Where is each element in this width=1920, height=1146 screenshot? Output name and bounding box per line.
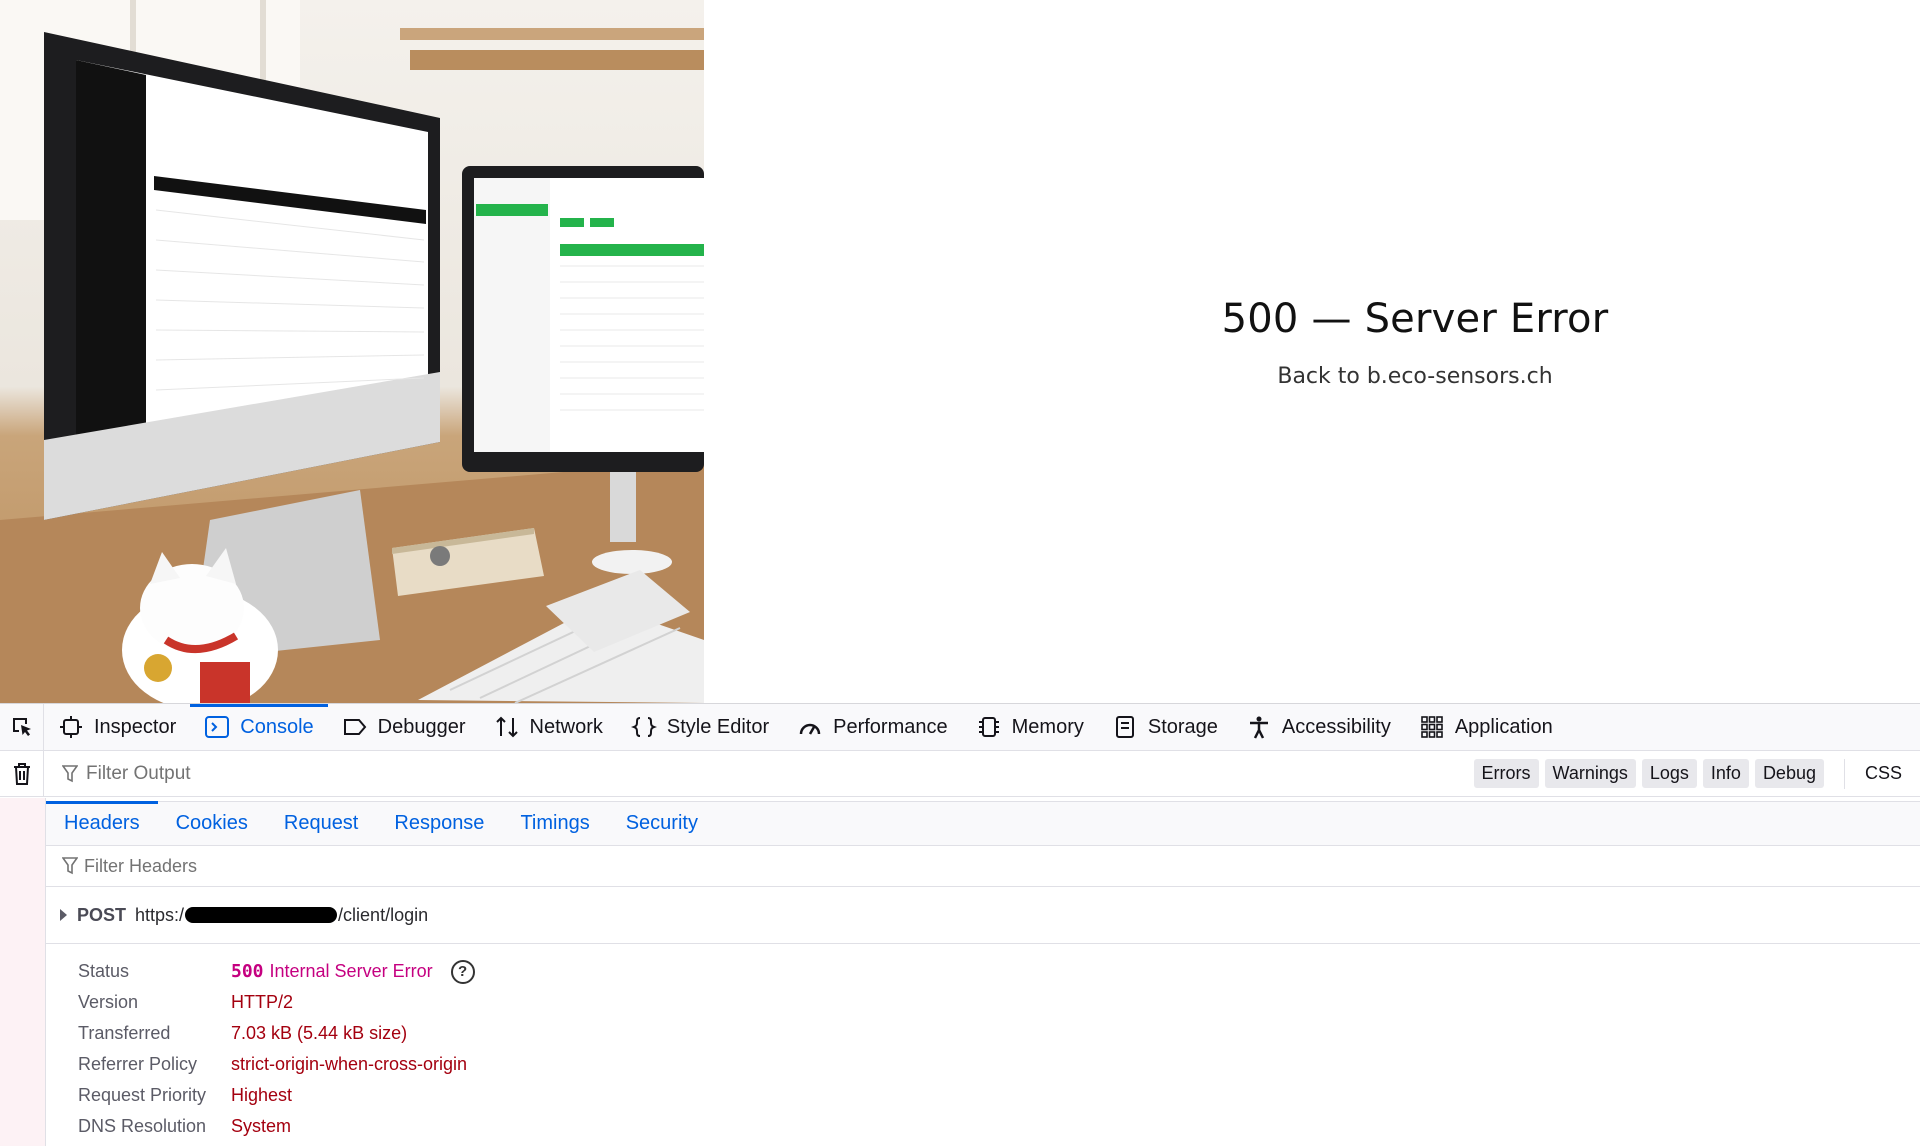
tab-accessibility[interactable]: Accessibility	[1232, 704, 1405, 751]
trash-icon	[13, 762, 30, 785]
tab-storage[interactable]: Storage	[1098, 704, 1232, 751]
help-icon[interactable]: ?	[450, 959, 475, 984]
priority-value: Highest	[231, 1085, 293, 1105]
filter-errors-button[interactable]: Errors	[1473, 759, 1539, 788]
element-picker-button[interactable]	[0, 703, 44, 751]
back-link[interactable]: Back to b.eco-sensors.ch	[1277, 364, 1552, 389]
request-summary[interactable]: POST https:/ /client/login	[46, 887, 1920, 944]
accessibility-icon	[1246, 714, 1272, 740]
status-value: 500 Internal Server Error ?	[231, 959, 475, 984]
tab-performance[interactable]: Performance	[783, 704, 962, 751]
debugger-icon	[342, 714, 368, 740]
element-picker-icon	[12, 718, 31, 736]
request-url: https:/ /client/login	[135, 905, 428, 926]
request-method: POST	[77, 904, 127, 925]
devtools-panel: Inspector Console Debugger Network Style	[0, 703, 1920, 1146]
redacted-host	[185, 907, 338, 923]
style-editor-icon	[630, 714, 657, 740]
memory-icon	[976, 714, 1002, 740]
desk-illustration	[0, 0, 704, 703]
error-title: 500 — Server Error	[1221, 296, 1609, 342]
filter-output-placeholder: Filter Output	[86, 762, 191, 784]
page-content: 500 — Server Error Back to b.eco-sensors…	[0, 0, 1920, 703]
referrer-value: strict-origin-when-cross-origin	[231, 1054, 468, 1074]
console-icon	[204, 714, 230, 740]
tab-style-editor[interactable]: Style Editor	[617, 704, 783, 751]
tab-label: Style Editor	[666, 715, 770, 738]
filter-headers-placeholder: Filter Headers	[84, 855, 198, 876]
tab-inspector[interactable]: Inspector	[44, 704, 190, 751]
subtab-request[interactable]: Request	[266, 802, 377, 846]
filter-warnings-button[interactable]: Warnings	[1544, 759, 1636, 788]
filter-logs-button[interactable]: Logs	[1641, 759, 1697, 788]
inspector-icon	[58, 714, 84, 740]
tab-label: Console	[240, 715, 314, 738]
tab-label: Performance	[833, 715, 948, 738]
filter-info-button[interactable]: Info	[1702, 759, 1749, 788]
subtab-timings[interactable]: Timings	[502, 802, 607, 846]
performance-icon	[797, 714, 823, 740]
expand-arrow-icon[interactable]	[60, 909, 67, 921]
response-details: Status 500 Internal Server Error ? Versi…	[78, 956, 475, 1142]
console-filter-bar: Filter Output Errors Warnings Logs Info …	[0, 750, 1920, 797]
subtab-response[interactable]: Response	[376, 802, 502, 846]
dns-label: DNS Resolution	[78, 1116, 207, 1136]
detail-row-priority: Request Priority Highest	[78, 1080, 475, 1111]
error-row-gutter	[0, 798, 46, 1146]
version-value: HTTP/2	[231, 992, 294, 1012]
filter-icon	[62, 857, 78, 875]
tab-label: Storage	[1147, 715, 1218, 738]
detail-row-version: Version HTTP/2	[78, 987, 475, 1018]
tab-memory[interactable]: Memory	[962, 704, 1098, 751]
detail-row-dns: DNS Resolution System	[78, 1111, 475, 1142]
subtab-cookies[interactable]: Cookies	[158, 802, 266, 846]
status-text: Internal Server Error	[269, 961, 433, 981]
transferred-label: Transferred	[78, 1023, 171, 1043]
status-label: Status	[78, 961, 130, 981]
tab-label: Network	[529, 715, 603, 738]
request-url-prefix: https:/	[135, 904, 185, 925]
tab-label: Memory	[1011, 715, 1084, 738]
filter-icon	[62, 764, 78, 783]
detail-row-referrer: Referrer Policy strict-origin-when-cross…	[78, 1049, 475, 1080]
tab-label: Accessibility	[1281, 715, 1391, 738]
network-icon	[494, 714, 520, 740]
detail-row-status: Status 500 Internal Server Error ?	[78, 956, 475, 987]
filter-css-button[interactable]: CSS	[1843, 758, 1920, 789]
request-detail-tabs: Headers Cookies Request Response Timings…	[46, 800, 1920, 846]
transferred-value: 7.03 kB (5.44 kB size)	[231, 1023, 408, 1043]
tab-network[interactable]: Network	[480, 704, 617, 751]
status-code: 500	[231, 961, 264, 982]
priority-label: Request Priority	[78, 1085, 207, 1105]
request-url-suffix: /client/login	[338, 904, 429, 925]
dns-value: System	[231, 1116, 292, 1136]
clear-console-button[interactable]	[0, 750, 44, 797]
devtools-toolbar: Inspector Console Debugger Network Style	[0, 703, 1920, 751]
detail-row-transferred: Transferred 7.03 kB (5.44 kB size)	[78, 1018, 475, 1049]
tab-application[interactable]: Application	[1405, 704, 1567, 751]
filter-debug-button[interactable]: Debug	[1754, 759, 1824, 788]
filter-headers-input[interactable]: Filter Headers	[46, 846, 1920, 887]
log-level-filters: Errors Warnings Logs Info Debug	[1473, 759, 1824, 788]
referrer-label: Referrer Policy	[78, 1054, 198, 1074]
hero-image	[0, 0, 704, 703]
storage-icon	[1112, 714, 1138, 740]
subtab-security[interactable]: Security	[608, 802, 716, 846]
tab-label: Inspector	[94, 715, 177, 738]
version-label: Version	[78, 992, 139, 1012]
filter-output-input[interactable]: Filter Output	[62, 763, 1474, 785]
error-message: 500 — Server Error Back to b.eco-sensors…	[1040, 296, 1790, 389]
tab-debugger[interactable]: Debugger	[328, 704, 480, 751]
subtab-headers[interactable]: Headers	[46, 800, 158, 846]
application-icon	[1419, 714, 1445, 740]
tab-console[interactable]: Console	[190, 703, 329, 751]
tab-label: Debugger	[377, 715, 466, 738]
tab-label: Application	[1454, 715, 1553, 738]
